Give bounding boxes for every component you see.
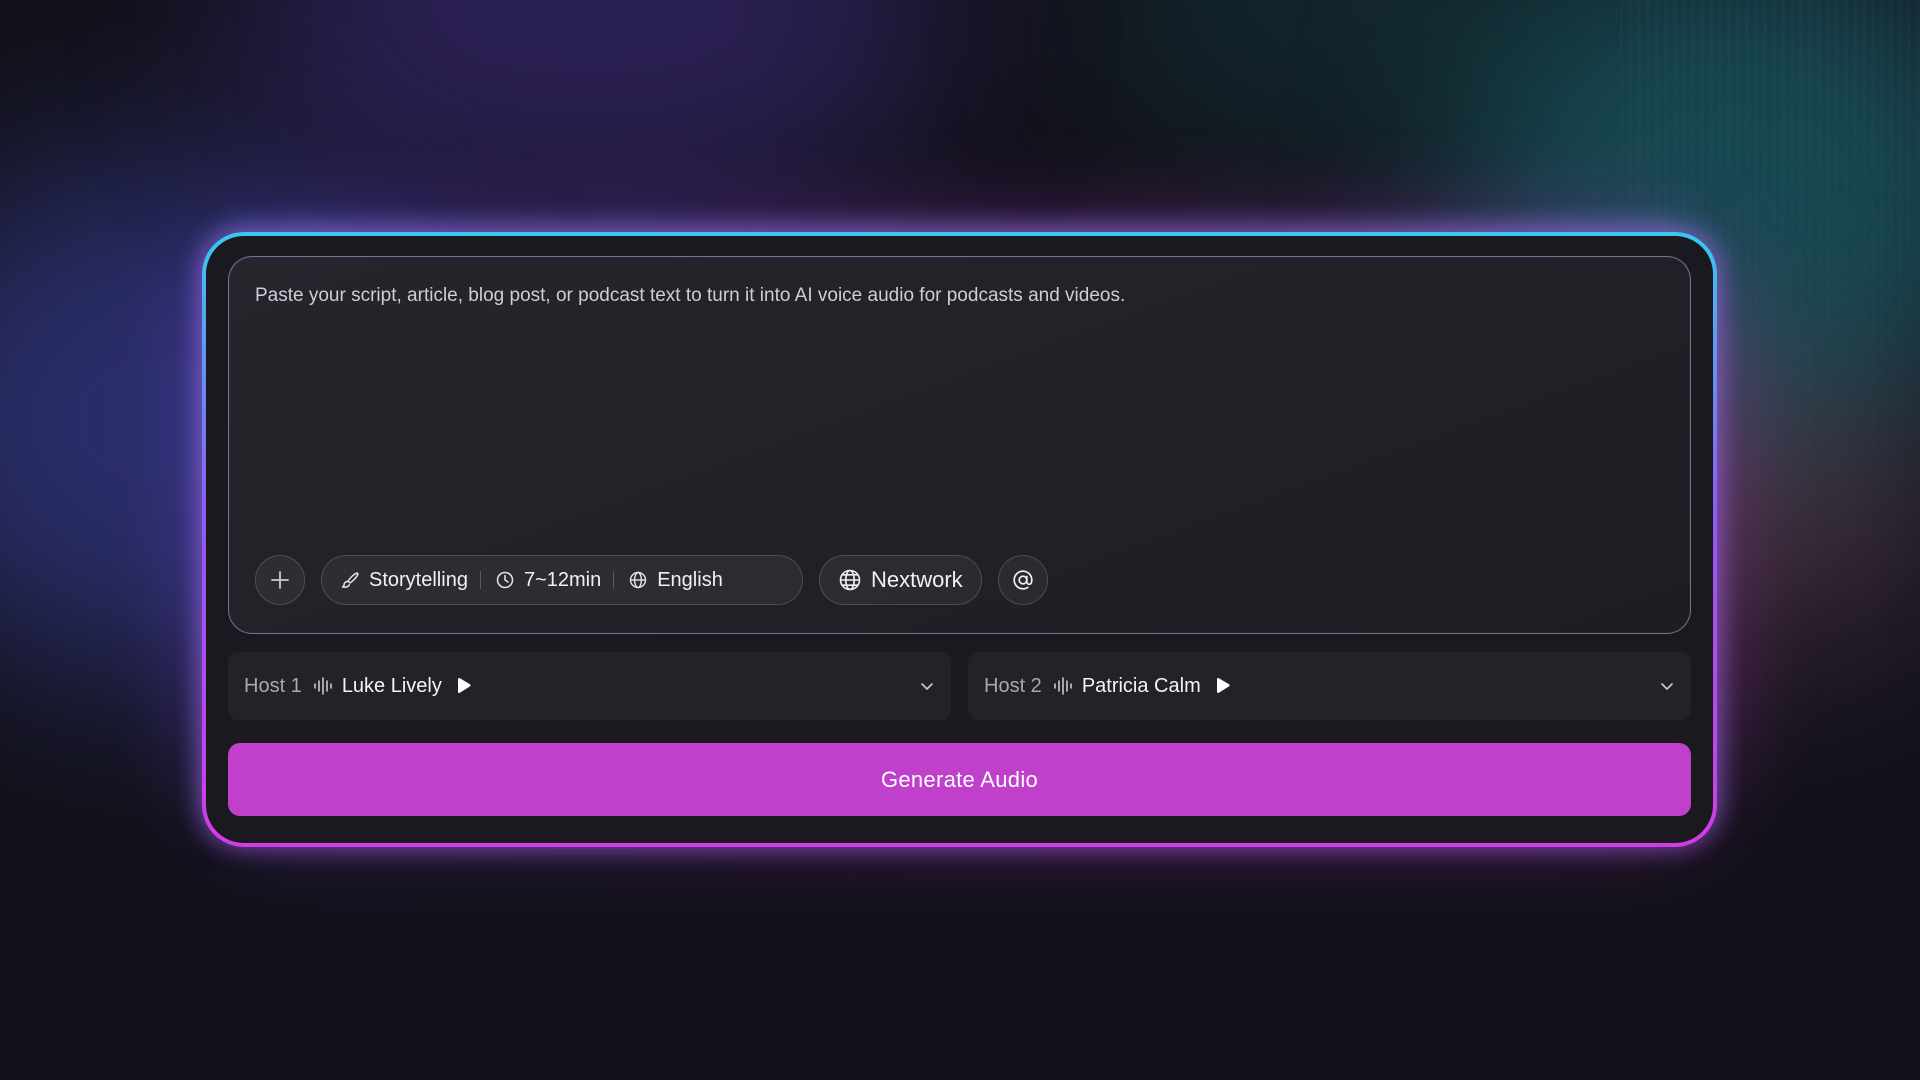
at-icon — [1011, 568, 1035, 592]
chevron-down-icon — [919, 678, 935, 694]
globe-icon — [628, 570, 648, 590]
host-2-selector[interactable]: Host 2 Patricia Calm — [968, 652, 1691, 720]
language-label: English — [657, 568, 723, 591]
audio-generator-card: Storytelling 7~12min — [202, 232, 1717, 847]
chevron-down-icon — [1659, 678, 1675, 694]
script-editor: Storytelling 7~12min — [228, 256, 1691, 634]
style-label: Storytelling — [369, 568, 468, 591]
play-icon[interactable] — [1215, 677, 1231, 695]
generate-audio-button[interactable]: Generate Audio — [228, 743, 1691, 816]
duration-label: 7~12min — [523, 568, 602, 591]
generation-settings: Storytelling 7~12min English — [321, 555, 803, 605]
host-label: Host 1 — [244, 674, 302, 697]
style-selector[interactable]: Storytelling — [340, 569, 468, 592]
network-button[interactable]: Nextwork — [819, 555, 982, 605]
waveform-icon — [1052, 675, 1074, 697]
language-selector[interactable]: English — [628, 569, 723, 592]
brush-icon — [340, 570, 360, 590]
add-button[interactable] — [255, 555, 305, 605]
divider — [613, 571, 615, 589]
plus-icon — [270, 570, 290, 590]
script-input[interactable] — [255, 283, 1664, 533]
globe-grid-icon — [838, 568, 862, 592]
waveform-icon — [312, 675, 334, 697]
network-label: Nextwork — [871, 567, 963, 592]
host-selectors: Host 1 Luke Lively Host 2 Patricia Calm — [228, 652, 1691, 720]
clock-icon — [495, 570, 515, 590]
mention-button[interactable] — [997, 555, 1048, 605]
editor-toolbar: Storytelling 7~12min English Nextwork — [255, 555, 1048, 605]
background-glow — [240, 0, 940, 220]
voice-name: Patricia Calm — [1081, 674, 1201, 697]
card-body: Storytelling 7~12min — [206, 236, 1713, 843]
voice-name: Luke Lively — [341, 674, 442, 697]
divider — [479, 571, 481, 589]
duration-selector[interactable]: 7~12min — [495, 569, 601, 592]
host-label: Host 2 — [984, 674, 1042, 697]
host-1-selector[interactable]: Host 1 Luke Lively — [228, 652, 951, 720]
play-icon[interactable] — [456, 677, 472, 695]
